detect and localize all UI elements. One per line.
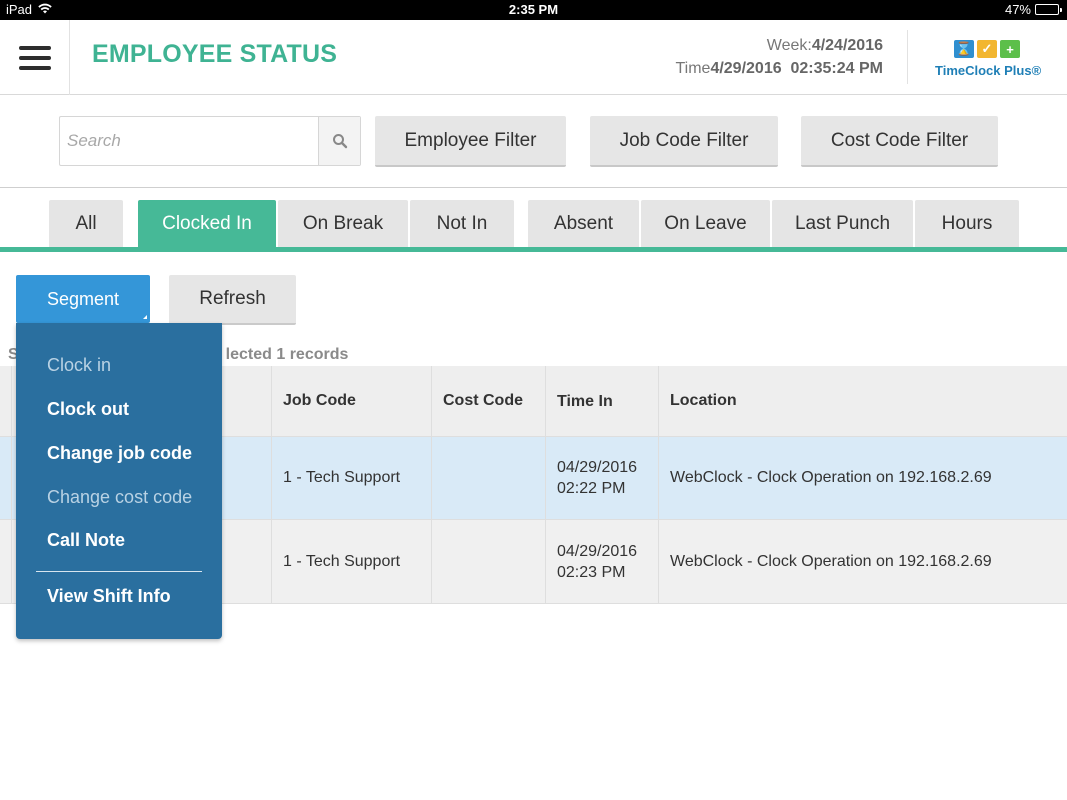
app-header: EMPLOYEE STATUS Week:4/24/2016 Time4/29/… [0, 20, 1067, 95]
location-cell: WebClock - Clock Operation on 192.168.2.… [670, 469, 992, 486]
tab-all[interactable]: All [49, 200, 123, 247]
time-in-time: 02:22 PM [557, 480, 626, 497]
segment-dropdown-menu: Clock in Clock out Change job code Chang… [16, 323, 222, 639]
time-label: Time [675, 60, 711, 77]
menu-item-view-shift-info[interactable]: View Shift Info [47, 586, 171, 607]
week-time-info: Week:4/24/2016 Time4/29/2016 02:35:24 PM [675, 34, 883, 80]
menu-item-change-cost-code[interactable]: Change cost code [47, 487, 192, 508]
time-value: 4/29/2016 02:35:24 PM [710, 60, 883, 77]
job-code-filter-button[interactable]: Job Code Filter [590, 116, 778, 167]
status-tabs: All Clocked In On Break Not In Absent On… [0, 200, 1067, 253]
tab-last-punch[interactable]: Last Punch [772, 200, 913, 247]
logo-text: TimeClock Plus® [935, 63, 1042, 78]
week-value: 4/24/2016 [811, 37, 883, 54]
plus-icon: + [1000, 40, 1020, 58]
location-cell: WebClock - Clock Operation on 192.168.2.… [670, 552, 992, 570]
menu-item-change-job-code[interactable]: Change job code [47, 443, 192, 464]
page-title: EMPLOYEE STATUS [92, 40, 338, 68]
header-location[interactable]: Location [659, 366, 1067, 436]
cost-code-cell [432, 437, 546, 519]
job-code-cell: 1 - Tech Support [272, 437, 432, 519]
search-box [59, 116, 361, 166]
cost-code-cell [432, 520, 546, 603]
week-label: Week: [766, 37, 812, 54]
menu-divider [36, 571, 202, 572]
battery-percent: 47% [1004, 2, 1031, 17]
search-icon [332, 134, 347, 149]
time-in-cell: 04/29/2016 02:22 PM [546, 437, 659, 519]
search-input[interactable] [60, 117, 319, 165]
tab-hours[interactable]: Hours [915, 200, 1019, 247]
logo-icons: ⌛ ✓ + [954, 40, 1020, 58]
search-button[interactable] [318, 117, 360, 165]
time-in-date: 04/29/2016 [557, 459, 638, 476]
timeclock-plus-logo: ⌛ ✓ + TimeClock Plus® [907, 30, 1067, 84]
header-job-code[interactable]: Job Code [272, 366, 432, 436]
menu-item-clock-in[interactable]: Clock in [47, 355, 111, 376]
job-code-cell: 1 - Tech Support [272, 520, 432, 603]
clock-check-icon: ✓ [977, 40, 997, 58]
time-in-cell: 04/29/2016 02:23 PM [546, 520, 659, 603]
tab-clocked-in[interactable]: Clocked In [138, 200, 276, 247]
dropdown-caret-icon [143, 315, 147, 319]
time-in-time: 02:23 PM [557, 563, 626, 581]
segment-button[interactable]: Segment [16, 275, 150, 323]
filter-toolbar: Employee Filter Job Code Filter Cost Cod… [0, 95, 1067, 188]
tab-on-leave[interactable]: On Leave [641, 200, 770, 247]
status-time: 2:35 PM [508, 2, 559, 17]
battery-icon [1035, 4, 1062, 15]
tab-on-break[interactable]: On Break [278, 200, 408, 247]
hourglass-icon: ⌛ [954, 40, 974, 58]
hamburger-menu-icon[interactable] [0, 20, 70, 95]
tab-not-in[interactable]: Not In [410, 200, 514, 247]
selected-suffix: lected 1 records [225, 346, 349, 363]
time-in-date: 04/29/2016 [557, 542, 638, 560]
status-right: 47% [1004, 2, 1062, 17]
header-cost-code[interactable]: Cost Code [432, 366, 546, 436]
ios-status-bar: iPad 2:35 PM 47% [0, 0, 1067, 20]
refresh-button[interactable]: Refresh [169, 275, 296, 325]
segment-label: Segment [46, 288, 120, 309]
employee-filter-button[interactable]: Employee Filter [375, 116, 566, 167]
tab-absent[interactable]: Absent [528, 200, 639, 247]
header-time-in[interactable]: Time In [546, 366, 659, 436]
menu-item-call-note[interactable]: Call Note [47, 530, 125, 551]
cost-code-filter-button[interactable]: Cost Code Filter [801, 116, 998, 167]
menu-item-clock-out[interactable]: Clock out [47, 399, 129, 420]
tab-underline [0, 247, 1067, 252]
